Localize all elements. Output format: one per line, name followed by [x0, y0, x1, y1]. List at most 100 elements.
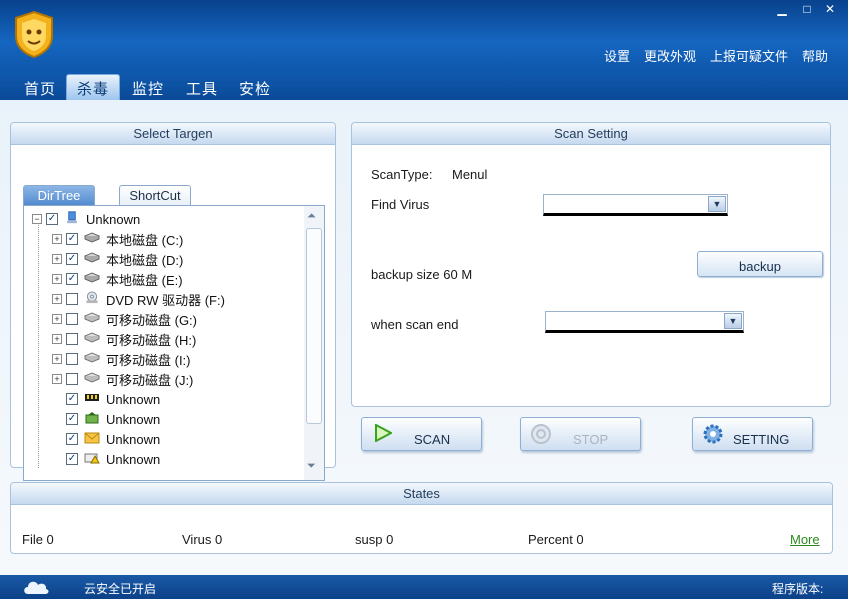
setting-button[interactable]: SETTING	[692, 417, 813, 451]
main-area: Select Targen DirTree ShortCut − ✓ Unknown…	[0, 100, 848, 575]
chevron-down-icon[interactable]: ▼	[708, 196, 726, 212]
tree-node-label: Unknown	[106, 411, 161, 427]
scroll-up-icon[interactable]: ⏶	[307, 210, 316, 223]
expand-toggle[interactable]: +	[52, 254, 62, 264]
tab-security-check[interactable]: 安检	[239, 78, 271, 99]
disk-icon	[84, 251, 106, 267]
tab-shortcut[interactable]: ShortCut	[119, 185, 191, 207]
tree-checkbox[interactable]: ✓	[66, 253, 78, 265]
tree-node-label: 本地磁盘 (D:)	[106, 252, 184, 268]
percent-value: Percent 0	[528, 532, 584, 547]
scan-type-value: Menul	[452, 167, 488, 182]
lion-shield-logo	[15, 10, 53, 58]
tree-checkbox[interactable]	[66, 333, 78, 345]
dvd-icon	[84, 291, 106, 307]
expand-toggle[interactable]: −	[32, 214, 42, 224]
expand-toggle[interactable]: +	[52, 354, 62, 364]
dir-tree: − ✓ Unknown + ✓ 本地磁盘 (C:) + ✓ 本地磁盘 (D:) + ✓ 本地磁盘 (E…	[23, 205, 325, 481]
expand-toggle[interactable]: +	[52, 374, 62, 384]
chevron-down-icon[interactable]: ▼	[724, 313, 742, 329]
warning-folder-icon	[84, 451, 106, 467]
help-link[interactable]: 帮助	[802, 46, 828, 65]
tab-monitor[interactable]: 监控	[132, 78, 164, 99]
tree-checkbox[interactable]	[66, 293, 78, 305]
tree-node[interactable]: + 可移动磁盘 (G:)	[52, 309, 197, 329]
stop-icon	[531, 424, 551, 444]
mail-icon	[84, 431, 106, 447]
tree-node[interactable]: + ✓ 本地磁盘 (D:)	[52, 249, 183, 269]
when-scan-end-label: when scan end	[371, 317, 459, 332]
tree-node-label: 可移动磁盘 (J:)	[106, 372, 194, 388]
tree-node[interactable]: + 可移动磁盘 (I:)	[52, 349, 191, 369]
tab-dirtree[interactable]: DirTree	[23, 185, 95, 207]
tab-antivirus[interactable]: 杀毒	[66, 74, 121, 100]
select-target-panel: Select Targen DirTree ShortCut − ✓ Unknown…	[10, 122, 336, 481]
tree-node[interactable]: ✓ Unknown	[52, 389, 160, 409]
tree-checkbox[interactable]: ✓	[66, 453, 78, 465]
scrollbar-thumb[interactable]	[306, 228, 322, 424]
title-bar: ▁ □ ✕ 设置 更改外观 上报可疑文件 帮助	[0, 0, 848, 70]
cloud-security-status: 云安全已开启	[84, 582, 157, 596]
status-bar: 云安全已开启 程序版本:	[0, 575, 848, 599]
close-button[interactable]: ✕	[822, 2, 838, 16]
maximize-button[interactable]: □	[799, 2, 815, 16]
expand-toggle[interactable]: +	[52, 334, 62, 344]
panel-title: States	[11, 483, 832, 505]
tab-tools[interactable]: 工具	[186, 78, 218, 99]
expand-toggle[interactable]: +	[52, 234, 62, 244]
tree-node[interactable]: + 可移动磁盘 (J:)	[52, 369, 193, 389]
tree-node[interactable]: ✓ Unknown	[52, 449, 160, 469]
tree-node[interactable]: + 可移动磁盘 (H:)	[52, 329, 196, 349]
removable-disk-icon	[84, 331, 106, 347]
tree-node[interactable]: ✓ Unknown	[52, 429, 160, 449]
expand-toggle[interactable]: +	[52, 274, 62, 284]
tree-node-label: 本地磁盘 (C:)	[106, 232, 184, 248]
tree-checkbox[interactable]	[66, 313, 78, 325]
change-skin-link[interactable]: 更改外观	[644, 46, 696, 65]
tree-node[interactable]: + DVD RW 驱动器 (F:)	[52, 289, 225, 309]
states-panel: States File 0 Virus 0 susp 0 Percent 0 M…	[10, 482, 833, 554]
tree-checkbox[interactable]	[66, 373, 78, 385]
tree-node-label: Unknown	[106, 391, 161, 407]
nav-bar	[0, 70, 848, 100]
top-links: 设置 更改外观 上报可疑文件 帮助	[604, 46, 828, 65]
tree-checkbox[interactable]: ✓	[66, 233, 78, 245]
tree-checkbox[interactable]: ✓	[66, 273, 78, 285]
stop-button[interactable]: STOP	[520, 417, 641, 451]
setting-button-label: SETTING	[733, 432, 790, 447]
tree-checkbox[interactable]: ✓	[46, 213, 58, 225]
tab-home[interactable]: 首页	[24, 78, 56, 99]
more-link[interactable]: More	[790, 532, 820, 547]
removable-disk-icon	[84, 311, 106, 327]
report-suspicious-file-link[interactable]: 上报可疑文件	[710, 46, 788, 65]
tree-checkbox[interactable]: ✓	[66, 393, 78, 405]
settings-link[interactable]: 设置	[604, 46, 630, 65]
tree-node[interactable]: + ✓ 本地磁盘 (E:)	[52, 269, 183, 289]
tree-node[interactable]: − ✓ Unknown	[32, 209, 140, 229]
virus-count: Virus 0	[182, 532, 223, 547]
backup-size-text: backup size 60 M	[371, 267, 473, 282]
backup-button[interactable]: backup	[697, 251, 823, 277]
tree-node-label: 可移动磁盘 (I:)	[106, 352, 191, 368]
tree-node-label: Unknown	[106, 451, 161, 467]
find-virus-select[interactable]: ▼	[543, 194, 728, 216]
disk-icon	[84, 231, 106, 247]
tree-node[interactable]: + ✓ 本地磁盘 (C:)	[52, 229, 183, 249]
scan-setting-panel: Scan Setting ScanType: Menul Find Virus …	[351, 122, 831, 407]
when-scan-end-select[interactable]: ▼	[545, 311, 744, 333]
memory-icon	[84, 391, 106, 407]
scan-button[interactable]: SCAN	[361, 417, 482, 451]
tree-scrollbar[interactable]: ⏶ ⏷	[304, 206, 324, 480]
gear-icon	[703, 424, 723, 444]
scan-type-label: ScanType:	[371, 167, 433, 182]
tree-checkbox[interactable]: ✓	[66, 433, 78, 445]
expand-toggle[interactable]: +	[52, 314, 62, 324]
play-icon	[375, 424, 392, 442]
scroll-down-icon[interactable]: ⏷	[307, 460, 316, 473]
tree-checkbox[interactable]	[66, 353, 78, 365]
minimize-button[interactable]: ▁	[774, 2, 790, 16]
expand-toggle[interactable]: +	[52, 294, 62, 304]
file-count: File 0	[22, 532, 54, 547]
tree-checkbox[interactable]: ✓	[66, 413, 78, 425]
tree-node[interactable]: ✓ Unknown	[52, 409, 160, 429]
